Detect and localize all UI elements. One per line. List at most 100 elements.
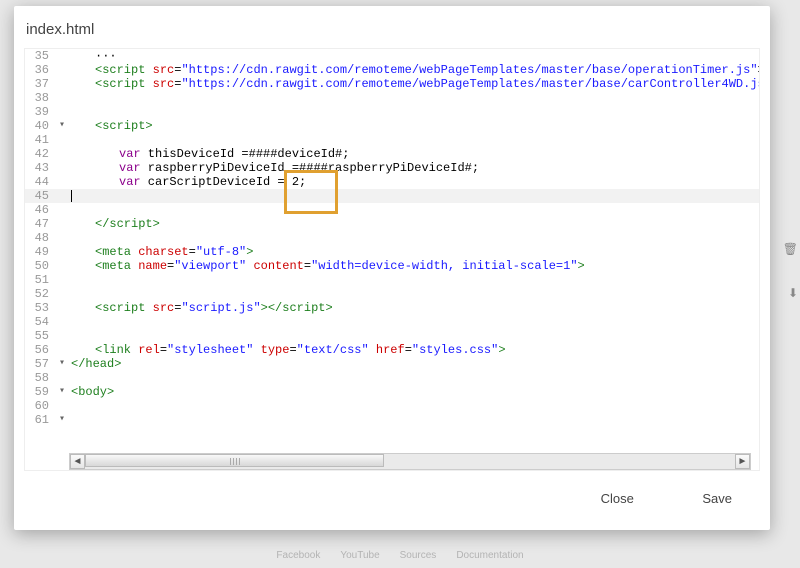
code-line[interactable]: 60 xyxy=(25,399,759,413)
horizontal-scrollbar[interactable]: ◄ ► xyxy=(69,453,751,470)
fold-gutter-icon xyxy=(55,175,69,189)
code-content[interactable]: <script> xyxy=(69,119,759,133)
code-content[interactable]: var thisDeviceId =####deviceId#; xyxy=(69,147,759,161)
scroll-track[interactable] xyxy=(85,454,735,469)
line-number: 59 xyxy=(25,385,55,399)
code-content[interactable] xyxy=(69,231,759,245)
fold-gutter-icon xyxy=(55,329,69,343)
code-line[interactable]: 48 xyxy=(25,231,759,245)
line-number: 35 xyxy=(25,49,55,63)
code-content[interactable] xyxy=(69,287,759,301)
fold-gutter-icon xyxy=(55,147,69,161)
code-content[interactable]: <meta name="viewport" content="width=dev… xyxy=(69,259,759,273)
line-number: 55 xyxy=(25,329,55,343)
code-content[interactable]: var carScriptDeviceId = 2; xyxy=(69,175,759,189)
scroll-thumb[interactable] xyxy=(85,454,384,467)
code-content[interactable] xyxy=(69,105,759,119)
code-line[interactable]: 54 xyxy=(25,315,759,329)
code-line[interactable]: 59▾<body> xyxy=(25,385,759,399)
code-line[interactable]: 45 xyxy=(25,189,759,203)
line-number: 39 xyxy=(25,105,55,119)
code-content[interactable] xyxy=(69,329,759,343)
line-number: 56 xyxy=(25,343,55,357)
line-number: 44 xyxy=(25,175,55,189)
code-line[interactable]: 36 <script src="https://cdn.rawgit.com/re… xyxy=(25,63,759,77)
code-content[interactable] xyxy=(69,189,759,203)
fold-gutter-icon xyxy=(55,343,69,357)
code-content[interactable] xyxy=(69,91,759,105)
code-line[interactable]: 39 xyxy=(25,105,759,119)
fold-gutter-icon xyxy=(55,203,69,217)
line-number: 37 xyxy=(25,77,55,91)
code-content[interactable] xyxy=(69,413,759,427)
code-line[interactable]: 51 xyxy=(25,273,759,287)
scroll-left-arrow-icon[interactable]: ◄ xyxy=(70,454,85,469)
code-content[interactable]: <script src="https://cdn.rawgit.com/remo… xyxy=(69,63,759,77)
save-button[interactable]: Save xyxy=(692,485,742,512)
code-line[interactable]: 57▾</head> xyxy=(25,357,759,371)
code-line[interactable]: 38 xyxy=(25,91,759,105)
code-line[interactable]: 50 <meta name="viewport" content="width=d… xyxy=(25,259,759,273)
bg-trash-icon: 🗑 xyxy=(783,242,798,256)
line-number: 58 xyxy=(25,371,55,385)
code-line[interactable]: 42var thisDeviceId =####deviceId#; xyxy=(25,147,759,161)
code-line[interactable]: 61▾ xyxy=(25,413,759,427)
fold-gutter-icon xyxy=(55,63,69,77)
code-line[interactable]: 49 <meta charset="utf-8"> xyxy=(25,245,759,259)
bg-link: Documentation xyxy=(456,550,523,566)
line-number: 36 xyxy=(25,63,55,77)
code-content[interactable] xyxy=(69,133,759,147)
code-content[interactable]: <script src="https://cdn.rawgit.com/remo… xyxy=(69,77,759,91)
code-content[interactable]: <link rel="stylesheet" type="text/css" h… xyxy=(69,343,759,357)
fold-gutter-icon xyxy=(55,273,69,287)
code-content[interactable] xyxy=(69,399,759,413)
code-line[interactable]: 44 var carScriptDeviceId = 2; xyxy=(25,175,759,189)
bg-link: YouTube xyxy=(340,550,379,566)
line-number: 41 xyxy=(25,133,55,147)
fold-gutter-icon[interactable]: ▾ xyxy=(55,385,69,399)
code-content[interactable]: var raspberryPiDeviceId =####raspberryPi… xyxy=(69,161,759,175)
fold-gutter-icon[interactable]: ▾ xyxy=(55,119,69,133)
bg-link: Sources xyxy=(400,550,437,566)
fold-gutter-icon[interactable]: ▾ xyxy=(55,413,69,427)
close-button[interactable]: Close xyxy=(591,485,644,512)
fold-gutter-icon xyxy=(55,371,69,385)
code-line[interactable]: 52 xyxy=(25,287,759,301)
editor-area[interactable]: 35 ··· 36 <script src="https://cdn.rawgit.c… xyxy=(24,48,760,471)
fold-gutter-icon xyxy=(55,91,69,105)
fold-gutter-icon xyxy=(55,217,69,231)
code-line[interactable]: 35 ··· xyxy=(25,49,759,63)
code-content[interactable]: </head> xyxy=(69,357,759,371)
fold-gutter-icon xyxy=(55,259,69,273)
code-content[interactable]: </script> xyxy=(69,217,759,231)
code-line[interactable]: 56 <link rel="stylesheet" type="text/css"… xyxy=(25,343,759,357)
fold-gutter-icon xyxy=(55,231,69,245)
code-line[interactable]: 41 xyxy=(25,133,759,147)
fold-gutter-icon xyxy=(55,133,69,147)
code-content[interactable] xyxy=(69,273,759,287)
code-content[interactable]: <meta charset="utf-8"> xyxy=(69,245,759,259)
fold-gutter-icon xyxy=(55,315,69,329)
line-number: 40 xyxy=(25,119,55,133)
code-line[interactable]: 58 xyxy=(25,371,759,385)
fold-gutter-icon[interactable]: ▾ xyxy=(55,357,69,371)
code-content[interactable] xyxy=(69,203,759,217)
code-line[interactable]: 46 xyxy=(25,203,759,217)
code-line[interactable]: 43var raspberryPiDeviceId =####raspberry… xyxy=(25,161,759,175)
code-line[interactable]: 40▾<script> xyxy=(25,119,759,133)
code-content[interactable]: <script src="script.js"></script> xyxy=(69,301,759,315)
line-number: 53 xyxy=(25,301,55,315)
code-line[interactable]: 55 xyxy=(25,329,759,343)
code-line[interactable]: 53 <script src="script.js"></script> xyxy=(25,301,759,315)
code-editor[interactable]: 35 ··· 36 <script src="https://cdn.rawgit.c… xyxy=(25,49,759,439)
code-line[interactable]: 47</script> xyxy=(25,217,759,231)
line-number: 50 xyxy=(25,259,55,273)
code-content[interactable]: ··· xyxy=(69,49,759,63)
line-number: 49 xyxy=(25,245,55,259)
code-content[interactable] xyxy=(69,371,759,385)
code-line[interactable]: 37 <script src="https://cdn.rawgit.com/re… xyxy=(25,77,759,91)
code-content[interactable]: <body> xyxy=(69,385,759,399)
scroll-right-arrow-icon[interactable]: ► xyxy=(735,454,750,469)
fold-gutter-icon xyxy=(55,161,69,175)
code-content[interactable] xyxy=(69,315,759,329)
